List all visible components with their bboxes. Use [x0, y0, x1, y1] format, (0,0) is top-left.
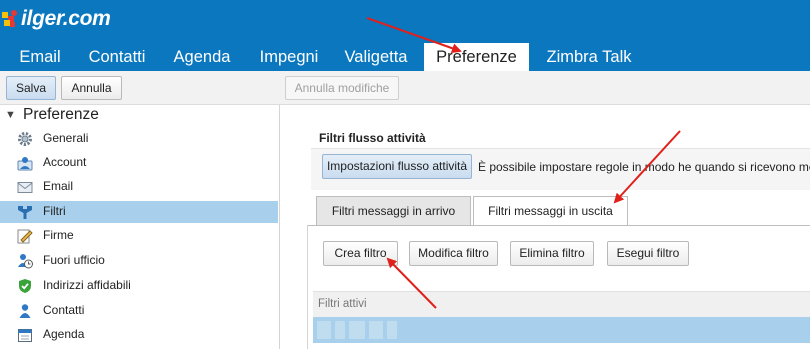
sidebar-item-agenda[interactable]: Agenda: [0, 324, 278, 346]
sidebar-item-label: Account: [43, 155, 87, 169]
envelope-icon: [17, 179, 33, 195]
top-header: ilger.com: [0, 0, 810, 43]
sidebar-item-firme[interactable]: Firme: [0, 225, 278, 247]
account-icon: [17, 155, 33, 171]
table-row[interactable]: [313, 317, 810, 343]
undo-changes-button[interactable]: Annulla modifiche: [285, 76, 399, 100]
sidebar-item-label: Firme: [43, 228, 74, 242]
filter-tabs: Filtri messaggi in arrivo Filtri messagg…: [316, 196, 810, 227]
cancel-button[interactable]: Annulla: [61, 76, 122, 100]
tab-incoming-filters[interactable]: Filtri messaggi in arrivo: [316, 196, 471, 226]
sidebar-item-label: Generali: [43, 131, 89, 145]
sidebar-item-account[interactable]: Account: [0, 152, 278, 174]
tab-agenda[interactable]: Agenda: [162, 43, 242, 71]
logo: ilger.com: [0, 4, 111, 34]
blurred-text: [387, 321, 397, 339]
tab-zimbra-talk[interactable]: Zimbra Talk: [536, 43, 642, 71]
sidebar-item-label: Fuori ufficio: [43, 253, 105, 267]
create-filter-button[interactable]: Crea filtro: [323, 241, 398, 266]
puzzle-logo-icon: [0, 8, 20, 30]
tab-valigetta[interactable]: Valigetta: [334, 43, 418, 71]
activity-flow-description: È possibile impostare regole in modo he …: [478, 160, 810, 174]
app-tab-bar: Email Contatti Agenda Impegni Valigetta …: [0, 43, 810, 71]
preferences-sidebar: ▼ Preferenze Generali Account Email Filt…: [0, 105, 280, 349]
person-icon: [17, 303, 33, 319]
gear-icon: [17, 131, 33, 147]
tab-email[interactable]: Email: [8, 43, 72, 71]
sidebar-title: Preferenze: [23, 106, 99, 123]
section-title: Filtri flusso attività: [319, 131, 426, 145]
tab-contatti[interactable]: Contatti: [78, 43, 156, 71]
sidebar-item-email[interactable]: Email: [0, 176, 278, 198]
edit-filter-button[interactable]: Modifica filtro: [409, 241, 498, 266]
logo-text: ilger.com: [21, 7, 111, 30]
toolbar: Salva Annulla Annulla modifiche: [0, 71, 810, 105]
collapse-caret-icon[interactable]: ▼: [5, 109, 16, 121]
blurred-text: [335, 321, 345, 339]
activity-flow-settings-button[interactable]: Impostazioni flusso attività: [322, 154, 472, 179]
sidebar-item-indirizzi-affidabili[interactable]: Indirizzi affidabili: [0, 275, 278, 297]
blurred-text: [349, 321, 365, 339]
active-filters-header-label: Filtri attivi: [318, 298, 367, 310]
run-filter-button[interactable]: Esegui filtro: [607, 241, 689, 266]
save-button[interactable]: Salva: [6, 76, 56, 100]
out-of-office-icon: [17, 253, 33, 269]
tab-outgoing-filters[interactable]: Filtri messaggi in uscita: [473, 196, 628, 227]
sidebar-item-label: Email: [43, 179, 74, 193]
sidebar-item-label: Contatti: [43, 303, 85, 317]
shield-check-icon: [17, 278, 33, 294]
filter-icon: [17, 204, 33, 220]
active-filters-header: Filtri attivi: [313, 291, 810, 317]
sidebar-header[interactable]: ▼ Preferenze: [0, 105, 280, 127]
sidebar-item-contatti[interactable]: Contatti: [0, 300, 278, 322]
sidebar-item-label: Agenda: [43, 327, 85, 341]
sidebar-item-fuori-ufficio[interactable]: Fuori ufficio: [0, 250, 278, 272]
filters-main-panel: Filtri flusso attività Impostazioni flus…: [281, 105, 810, 349]
sidebar-item-generali[interactable]: Generali: [0, 128, 278, 150]
tab-preferenze[interactable]: Preferenze: [424, 43, 529, 71]
sidebar-item-label: Indirizzi affidabili: [43, 278, 131, 292]
sidebar-item-filtri[interactable]: Filtri: [0, 201, 278, 223]
blurred-text: [369, 321, 383, 339]
signature-icon: [17, 228, 33, 244]
sidebar-item-label: Filtri: [43, 204, 66, 218]
calendar-icon: [17, 327, 33, 343]
delete-filter-button[interactable]: Elimina filtro: [510, 241, 594, 266]
tab-impegni[interactable]: Impegni: [249, 43, 329, 71]
blurred-text: [317, 321, 331, 339]
